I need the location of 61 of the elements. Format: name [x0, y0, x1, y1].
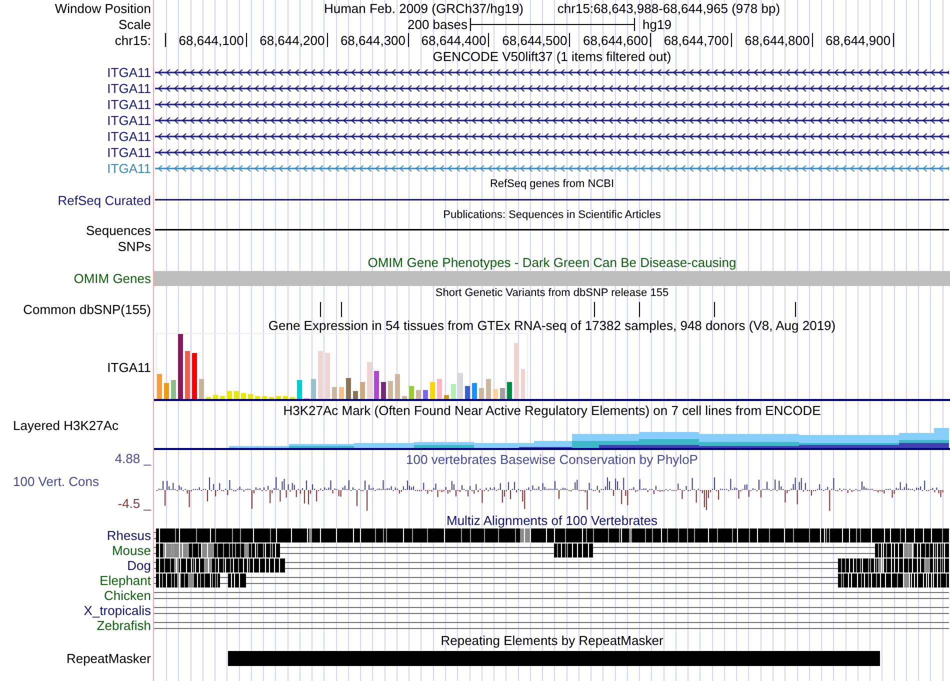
track-label[interactable]: 100 Vert. Cons: [13, 474, 99, 488]
ruler-tick-label: 68,644,700: [664, 32, 730, 48]
axis-min-label: -4.5 _: [118, 496, 151, 511]
ruler-tick-label: 68,644,800: [744, 32, 811, 48]
track-title: OMIM Gene Phenotypes - Dark Green Can Be Disease-causing: [368, 254, 736, 270]
gene-label[interactable]: ITGA11: [107, 112, 151, 128]
position-text: chr15:68,643,988-68,644,965 (978 bp): [557, 0, 780, 16]
ruler-tick-label: 68,644,200: [260, 32, 326, 48]
ruler-tick-label: 68,644,300: [340, 32, 407, 48]
species-label[interactable]: X_tropicalis: [84, 603, 151, 618]
species-label[interactable]: Elephant: [100, 573, 151, 588]
gene-label[interactable]: ITGA11: [107, 144, 151, 160]
scale-length: 200 bases: [408, 16, 468, 32]
ruler-tick-label: 68,644,900: [826, 32, 892, 48]
gene-label[interactable]: ITGA11: [107, 128, 151, 144]
ruler-tick-label: 68,644,100: [178, 32, 245, 48]
track-title: GENCODE V50lift37 (1 items filtered out): [432, 48, 672, 64]
ruler-tick: [165, 33, 166, 47]
ruler-tick-label: 68,644,500: [502, 32, 568, 48]
track-title: H3K27Ac Mark (Often Found Near Active Regulatory Elements) on 7 cell lines from ENCODE: [283, 402, 821, 418]
ruler-tick: [326, 33, 328, 47]
species-label[interactable]: Mouse: [112, 543, 151, 558]
track-title: 100 vertebrates Basewise Conservation by PhyloP: [406, 452, 698, 466]
row-label: Window Position: [54, 0, 151, 16]
ruler-tick-label: 68,644,400: [421, 32, 488, 48]
gene-label[interactable]: ITGA11: [107, 96, 151, 112]
track-label[interactable]: OMIM Genes: [74, 270, 151, 286]
scale-assembly: hg19: [642, 16, 672, 32]
species-label[interactable]: Chicken: [104, 588, 151, 603]
gene-label[interactable]: ITGA11: [107, 160, 151, 176]
ruler-tick: [488, 33, 490, 47]
track-label[interactable]: RepeatMasker: [66, 650, 151, 666]
assembly-title: Human Feb. 2009 (GRCh37/hg19): [324, 0, 524, 16]
track-title: Gene Expression in 54 tissues from GTEx RNA-seq of 17382 samples, 948 donors (V8, Aug 2019): [268, 318, 836, 333]
track-label[interactable]: Common dbSNP(155): [23, 302, 151, 317]
ruler-tick: [892, 33, 894, 47]
track-label[interactable]: SNPs: [118, 238, 151, 254]
track-title: Short Genetic Variants from dbSNP release 155: [435, 286, 669, 301]
track-label[interactable]: RefSeq Curated: [58, 192, 151, 208]
species-label[interactable]: Dog: [127, 558, 151, 573]
track-title: Repeating Elements by RepeatMasker: [440, 633, 664, 648]
track-title: Publications: Sequences in Scientific Articles: [443, 208, 661, 223]
track-label[interactable]: ITGA11: [107, 360, 151, 375]
gene-label[interactable]: ITGA11: [107, 80, 151, 96]
ruler-tick: [408, 33, 409, 47]
ruler-tick: [650, 33, 652, 47]
row-label: chr15:: [114, 32, 151, 48]
axis-max-label: 4.88 _: [114, 451, 151, 466]
row-label: Scale: [118, 16, 151, 32]
species-label[interactable]: Zebrafish: [96, 618, 151, 633]
track-title: Multiz Alignments of 100 Vertebrates: [446, 512, 658, 528]
ruler-tick-label: 68,644,600: [582, 32, 650, 48]
ruler-tick: [246, 33, 247, 47]
track-label[interactable]: Layered H3K27Ac: [13, 418, 119, 433]
ruler-tick: [569, 33, 570, 47]
ruler-tick: [730, 33, 732, 47]
ruler-tick: [812, 33, 813, 47]
species-label[interactable]: Rhesus: [106, 528, 151, 543]
track-title: RefSeq genes from NCBI: [490, 176, 614, 192]
track-label[interactable]: Sequences: [86, 222, 151, 238]
gene-label[interactable]: ITGA11: [107, 64, 151, 80]
